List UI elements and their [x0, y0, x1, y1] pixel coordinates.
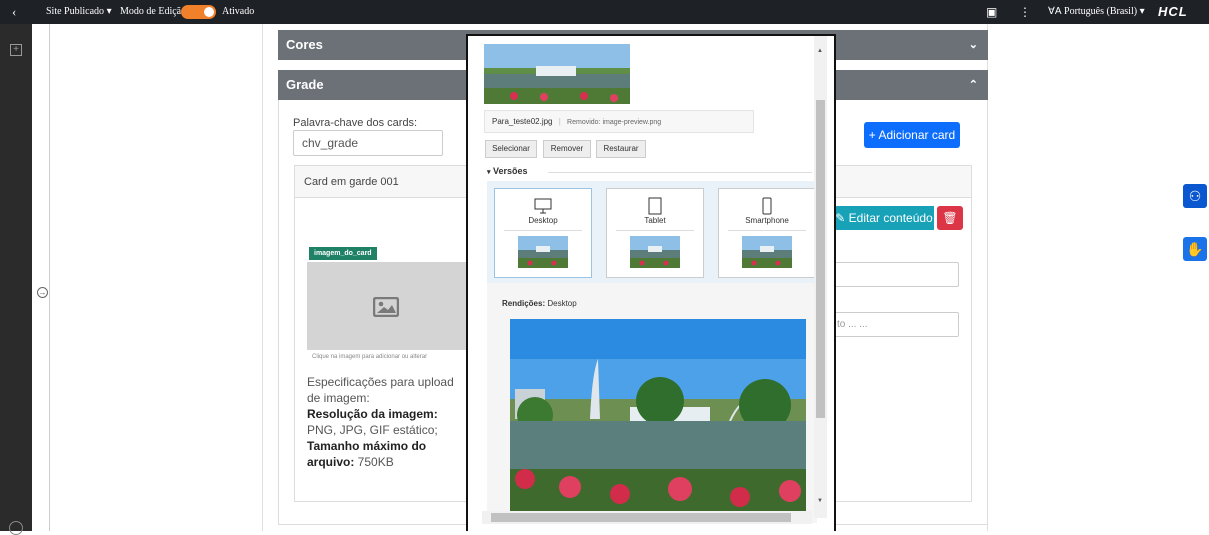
left-rail	[0, 24, 32, 531]
image-upload-area[interactable]	[307, 262, 467, 350]
back-icon[interactable]: ‹	[12, 0, 16, 24]
version-thumbnail	[518, 236, 568, 268]
hand-icon: ✋	[1186, 241, 1204, 257]
spec-size: Tamanho máximo do arquivo: 750KB	[307, 439, 427, 469]
upload-specs: Especificações para upload de imagem: Re…	[307, 374, 465, 470]
tablet-icon	[648, 197, 662, 215]
modal-vertical-scrollbar[interactable]: ▲ ▼	[814, 36, 827, 518]
hcl-logo: HCL	[1158, 4, 1188, 19]
image-thumbnail	[484, 44, 630, 104]
scrollbar-thumb[interactable]	[816, 100, 825, 418]
renditions-title: Rendições: Desktop	[502, 299, 577, 308]
scroll-down-icon[interactable]: ▼	[817, 498, 823, 504]
version-desktop[interactable]: Desktop	[494, 188, 592, 278]
sign-language-button[interactable]: ✋	[1183, 237, 1207, 261]
version-thumbnail	[742, 236, 792, 268]
edit-mode-state: Ativado	[222, 6, 255, 17]
trash-icon: 🗑	[942, 211, 958, 225]
caret-down-icon: ▾	[106, 6, 112, 17]
spec-intro: Especificações para upload de imagem:	[307, 375, 454, 405]
image-icon	[373, 297, 399, 317]
version-smartphone[interactable]: Smartphone	[718, 188, 816, 278]
pencil-icon: ✎	[835, 211, 846, 225]
delete-button[interactable]: 🗑	[937, 206, 963, 230]
keyword-label: Palavra-chave dos cards:	[293, 117, 418, 129]
file-name: Para_teste02.jpg	[492, 117, 553, 126]
language-dropdown[interactable]: ⱯA Português (Brasil) ▾	[1048, 0, 1145, 24]
version-label: Smartphone	[745, 216, 789, 225]
version-label: Desktop	[528, 216, 558, 225]
divider	[728, 230, 806, 231]
chevron-up-icon: ⌃	[968, 79, 978, 91]
file-separator: |	[558, 117, 561, 126]
site-status-label: Site Publicado	[46, 6, 105, 17]
more-options-icon[interactable]: ⋮	[1019, 0, 1031, 24]
edit-mode-label: Modo de Edição:	[120, 6, 189, 17]
divider	[616, 230, 694, 231]
version-label: Tablet	[644, 216, 666, 225]
versions-title[interactable]: ▾ Versões	[487, 166, 528, 176]
site-status-dropdown[interactable]: Site Publicado ▾	[46, 0, 112, 24]
desktop-icon	[534, 198, 552, 214]
language-label: Português (Brasil)	[1064, 6, 1138, 17]
rendition-preview-image	[510, 319, 806, 514]
card-title-field[interactable]	[834, 262, 959, 287]
edit-content-label: Editar conteúdo	[848, 211, 933, 225]
caret-down-icon: ▾	[487, 169, 491, 176]
translate-icon: ⱯA	[1048, 6, 1062, 17]
page-icon[interactable]: ▣	[986, 0, 997, 24]
accordion-title: Grade	[286, 77, 324, 92]
left-sidebar: + →	[0, 24, 50, 535]
file-info: Para_teste02.jpg | Removido: image-previ…	[484, 110, 754, 133]
smartphone-icon	[762, 197, 772, 215]
card-link-field[interactable]: to ... ...	[834, 312, 959, 337]
image-hint: Clique na imagem para adicionar ou alter…	[312, 354, 428, 360]
remove-button[interactable]: Remover	[543, 140, 591, 158]
scrollbar-thumb[interactable]	[491, 513, 791, 522]
spec-resolution: Resolução da imagem: PNG, JPG, GIF estát…	[307, 407, 438, 437]
select-button[interactable]: Selecionar	[485, 140, 537, 158]
accessibility-icon: ⚇	[1188, 188, 1202, 204]
restore-button[interactable]: Restaurar	[596, 140, 646, 158]
expand-arrow-icon[interactable]: →	[37, 287, 48, 298]
accordion-title: Cores	[286, 37, 323, 52]
accessibility-button[interactable]: ⚇	[1183, 184, 1207, 208]
chevron-down-icon: ⌄	[968, 39, 978, 51]
scroll-up-icon[interactable]: ▲	[817, 48, 823, 54]
renditions-section: Rendições: Desktop	[487, 283, 817, 523]
add-section-icon[interactable]: +	[10, 44, 22, 56]
version-tablet[interactable]: Tablet	[606, 188, 704, 278]
top-bar: ‹ Site Publicado ▾ Modo de Edição: Ativa…	[0, 0, 1209, 24]
caret-down-icon: ▾	[1139, 6, 1145, 17]
globe-icon[interactable]	[9, 521, 23, 535]
removed-text: Removido: image-preview.png	[567, 119, 662, 126]
divider	[548, 172, 812, 173]
edit-mode-toggle[interactable]	[181, 5, 216, 19]
add-card-button[interactable]: + Adicionar card	[864, 122, 960, 148]
image-field-tag: imagem_do_card	[309, 247, 377, 260]
edit-content-button[interactable]: ✎ Editar conteúdo	[834, 206, 934, 230]
image-picker-modal: Para_teste02.jpg | Removido: image-previ…	[466, 34, 836, 531]
version-thumbnail	[630, 236, 680, 268]
divider	[504, 230, 582, 231]
keyword-input[interactable]: chv_grade	[293, 130, 443, 156]
modal-horizontal-scrollbar[interactable]	[482, 511, 812, 524]
